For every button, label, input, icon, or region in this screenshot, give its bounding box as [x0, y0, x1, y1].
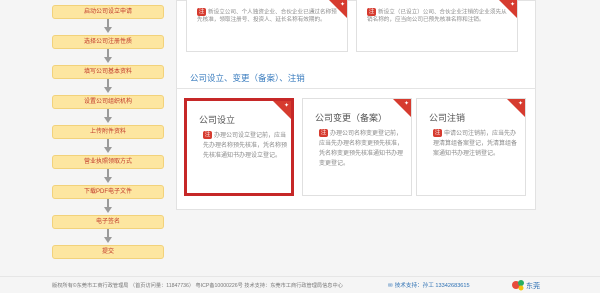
section-title: 公司设立、变更（备案）、注销: [190, 73, 305, 83]
chat-icon: ✉: [388, 283, 393, 289]
step-organization[interactable]: 设置公司组织机构: [52, 95, 164, 109]
step-upload[interactable]: 上传附件资料: [52, 125, 164, 139]
flow-arrow: [104, 19, 112, 33]
card-title: 公司设立: [199, 115, 236, 125]
card-text: 注办理公司名称变更登记前，应当先办理名称变更预先核准，凭名称变更预先核准通知书办…: [319, 129, 404, 167]
step-license-method[interactable]: 营业执照领取方式: [52, 155, 164, 169]
top-card-1-text: 注新设立公司、个人独资企业、合伙企业已通过名称预先核准，领取注册号、投资人、延长…: [197, 8, 337, 24]
card-company-establish[interactable]: 公司设立 注办理公司设立登记前，应当先办理名称预先核准，凭名称预先核准通知书办理…: [184, 98, 294, 196]
top-card-2-text: 注新设立（已设立）公司、合伙企业注销的企业须先从销名称的，应当向公司已预先核准名…: [367, 8, 507, 24]
card-title: 公司变更（备案）: [315, 113, 388, 123]
footer: 版权所有©东莞市工商行政管理局 （首页访问量：11847736） 粤ICP备10…: [0, 276, 600, 293]
step-basic-info[interactable]: 填写公司基本资料: [52, 65, 164, 79]
note-badge: 注: [203, 131, 212, 140]
card-company-deregister[interactable]: 公司注销 注申请公司注销前，应当先办理清算组备案登记，凭清算组备案通知书办理注销…: [416, 98, 526, 196]
flow-arrow: [104, 139, 112, 153]
corner-flag-icon: [507, 99, 525, 117]
corner-flag-icon: [329, 0, 347, 18]
section-divider: [176, 88, 536, 89]
top-card-1[interactable]: 注新设立公司、个人独资企业、合伙企业已通过名称预先核准，领取注册号、投资人、延长…: [186, 0, 348, 52]
card-title: 公司注销: [429, 113, 466, 123]
top-card-2[interactable]: 注新设立（已设立）公司、合伙企业注销的企业须先从销名称的，应当向公司已预先核准名…: [356, 0, 518, 52]
flow-arrow: [104, 199, 112, 213]
step-submit[interactable]: 提交: [52, 245, 164, 259]
card-text: 注办理公司设立登记前，应当先办理名称预先核准，凭名称预先核准通知书办理设立登记。: [203, 131, 288, 159]
step-start-application[interactable]: 启动公司设立申请: [52, 5, 164, 19]
footer-contact: ✉ 技术支持：孙工 13342683615: [388, 283, 470, 289]
flow-arrow: [104, 49, 112, 63]
footer-copyright: 版权所有©东莞市工商行政管理局 （首页访问量：11847736） 粤ICP备10…: [52, 283, 343, 289]
corner-flag-icon: [393, 99, 411, 117]
svg-text:东莞: 东莞: [526, 281, 540, 290]
card-company-change[interactable]: 公司变更（备案） 注办理公司名称变更登记前，应当先办理名称变更预先核准，凭名称变…: [302, 98, 412, 196]
corner-flag-icon: [499, 0, 517, 18]
dongguan-logo-icon: 东莞: [512, 280, 540, 291]
corner-flag-icon: [273, 101, 291, 119]
flow-arrow: [104, 229, 112, 243]
flow-arrow: [104, 169, 112, 183]
note-badge: 注: [197, 8, 206, 16]
note-badge: 注: [433, 129, 442, 138]
step-select-nature[interactable]: 选择公司注册性质: [52, 35, 164, 49]
step-e-signature[interactable]: 电子签名: [52, 215, 164, 229]
flow-arrow: [104, 79, 112, 93]
phone-number: 13342683615: [435, 283, 470, 289]
flow-arrow: [104, 109, 112, 123]
note-badge: 注: [367, 8, 376, 16]
card-text: 注申请公司注销前，应当先办理清算组备案登记，凭清算组备案通知书办理注销登记。: [433, 129, 518, 157]
step-download-pdf[interactable]: 下载PDF电子文件: [52, 185, 164, 199]
note-badge: 注: [319, 129, 328, 138]
